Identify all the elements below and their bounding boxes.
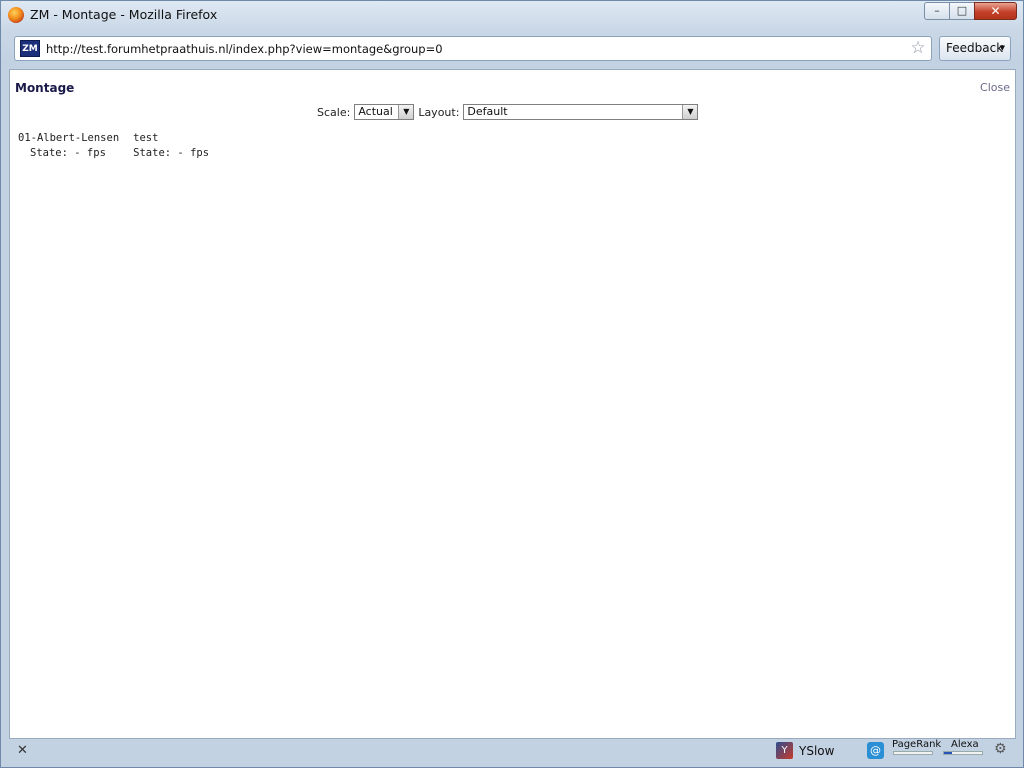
pagerank-icon[interactable]: @ <box>867 742 884 759</box>
monitor-list: 01-Albert-Lensen State: - fps test State… <box>18 132 223 159</box>
monitor-name[interactable]: 01-Albert-Lensen <box>18 132 119 147</box>
url-text[interactable]: http://test.forumhetpraathuis.nl/index.p… <box>46 42 443 56</box>
window-controls: – □ ✕ <box>924 2 1017 22</box>
dropdown-caret-icon: ▼ <box>999 44 1005 52</box>
scale-label: Scale: <box>317 105 351 119</box>
page-content: Montage Close Scale: Actual ▼ Layout: De… <box>9 69 1016 739</box>
state-value: - <box>177 147 184 159</box>
status-bar: ✕ Y YSlow @ PageRank Alexa ⚙ <box>9 739 1016 762</box>
gear-icon[interactable]: ⚙ <box>994 741 1007 757</box>
state-label: State: <box>133 147 172 159</box>
fps-label: fps <box>190 147 210 159</box>
bookmark-star-icon[interactable]: ☆ <box>908 38 928 58</box>
state-value: - <box>74 147 81 159</box>
address-bar[interactable]: ZM http://test.forumhetpraathuis.nl/inde… <box>14 36 932 61</box>
layout-selected-value: Default <box>467 105 508 118</box>
close-window-button[interactable]: ✕ <box>974 2 1017 20</box>
minimize-button[interactable]: – <box>924 2 950 20</box>
maximize-button[interactable]: □ <box>949 2 975 20</box>
state-label: State: <box>30 147 68 159</box>
monitor-item: 01-Albert-Lensen State: - fps <box>18 132 119 159</box>
yslow-icon[interactable]: Y <box>776 742 793 759</box>
close-link[interactable]: Close <box>980 81 1010 94</box>
scale-dropdown-arrow-icon[interactable]: ▼ <box>398 105 414 119</box>
firefox-icon <box>8 7 24 23</box>
title-bar[interactable]: ZM - Montage - Mozilla Firefox – □ ✕ <box>1 1 1023 29</box>
pagerank-label: PageRank <box>892 739 942 750</box>
scale-selected-value: Actual <box>358 105 393 118</box>
browser-window: ZM - Montage - Mozilla Firefox – □ ✕ ZM … <box>0 0 1024 768</box>
monitor-item: test State: - fps <box>133 132 209 159</box>
montage-controls: Scale: Actual ▼ Layout: Default ▼ <box>317 104 702 120</box>
layout-label: Layout: <box>418 105 460 119</box>
layout-select[interactable]: Default ▼ <box>463 104 699 120</box>
site-favicon-icon: ZM <box>20 40 40 57</box>
alexa-bar <box>943 751 983 755</box>
feedback-label: Feedback <box>946 41 1004 55</box>
monitor-status: State: - fps <box>18 147 119 159</box>
fps-label: fps <box>86 147 106 159</box>
pagerank-bar <box>893 751 933 755</box>
feedback-button[interactable]: Feedback ▼ <box>939 36 1011 61</box>
alexa-bar-fill <box>944 752 952 754</box>
monitor-name[interactable]: test <box>133 132 209 147</box>
window-title: ZM - Montage - Mozilla Firefox <box>30 7 218 22</box>
layout-dropdown-arrow-icon[interactable]: ▼ <box>682 105 698 119</box>
page-title: Montage <box>15 81 75 95</box>
scale-select[interactable]: Actual ▼ <box>354 104 415 120</box>
monitor-status: State: - fps <box>133 147 209 159</box>
yslow-label[interactable]: YSlow <box>799 744 834 758</box>
close-statusbar-icon[interactable]: ✕ <box>17 743 28 758</box>
alexa-label: Alexa <box>951 739 979 750</box>
